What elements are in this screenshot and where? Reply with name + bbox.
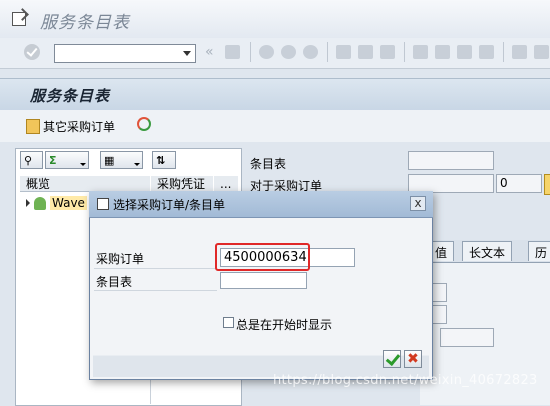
column-header-po[interactable]: 采购凭证 [151, 176, 213, 192]
refresh-button[interactable]: ⇅ [152, 151, 176, 169]
toolbar-nav-glyph: « [205, 44, 214, 60]
last-page-icon[interactable] [479, 45, 494, 59]
detail-field[interactable] [431, 305, 447, 324]
toolbar-separator [250, 42, 251, 62]
new-session-icon[interactable] [512, 45, 527, 59]
next-page-icon[interactable] [457, 45, 472, 59]
other-purchase-order-label: 其它采购订单 [43, 119, 116, 134]
sum-icon: Σ [49, 154, 57, 167]
exit-icon[interactable] [281, 45, 296, 59]
toolbar-separator [327, 42, 328, 62]
dropdown-caret-icon [80, 163, 86, 166]
highlight-box [215, 243, 310, 271]
enter-icon[interactable] [24, 44, 40, 60]
for-po-item-field[interactable]: 0 [496, 174, 542, 193]
cancel-icon[interactable] [303, 45, 318, 59]
always-show-checkbox[interactable] [223, 317, 234, 328]
dialog-footer [93, 343, 429, 377]
tab-history[interactable]: 历 [528, 241, 550, 261]
find-next-icon[interactable] [380, 45, 395, 59]
dialog-window-icon [97, 198, 109, 210]
document-icon [26, 118, 40, 134]
binoculars-button[interactable]: ⚲ [20, 151, 43, 169]
command-field[interactable] [54, 44, 196, 63]
tab-long-text[interactable]: 长文本 [462, 241, 513, 261]
sum-button[interactable]: Σ [45, 151, 89, 169]
expand-arrow-icon[interactable] [26, 199, 30, 207]
entry-sheet-dialog-label: 条目表 [96, 275, 133, 289]
row-divider [94, 268, 217, 269]
print-icon[interactable] [336, 45, 351, 59]
binoculars-icon: ⚲ [24, 154, 33, 167]
entry-sheet-label: 条目表 [250, 157, 287, 171]
po-label: 采购订单 [96, 252, 145, 266]
other-purchase-order-button[interactable]: 其它采购订单 [26, 118, 115, 134]
dropdown-caret-icon [134, 163, 140, 166]
first-page-icon[interactable] [413, 45, 428, 59]
detail-field[interactable] [440, 328, 494, 347]
toolbar-separator [503, 42, 504, 62]
confirm-button[interactable] [383, 350, 401, 368]
refresh-icon: ⇅ [156, 154, 166, 167]
find-icon[interactable] [358, 45, 373, 59]
window-titlebar: 服务条目表 [0, 0, 550, 38]
chevron-down-icon[interactable] [183, 51, 191, 56]
tree-row[interactable]: Wave [26, 195, 87, 211]
back-icon[interactable] [259, 45, 274, 59]
shortcut-icon[interactable] [534, 45, 549, 59]
column-header-overview[interactable]: 概览 [20, 176, 150, 192]
row-divider [94, 290, 217, 291]
page-title: 服务条目表 [30, 87, 111, 105]
column-header-more[interactable]: ... [214, 176, 238, 192]
layout-button[interactable]: ▦ [100, 151, 143, 169]
entry-sheet-input[interactable] [220, 272, 307, 289]
entry-sheet-field[interactable] [408, 151, 494, 170]
layout-icon: ▦ [104, 154, 115, 167]
po-link-icon[interactable] [544, 174, 550, 195]
save-icon[interactable] [225, 45, 240, 59]
always-show-label: 总是在开始时显示 [236, 318, 333, 332]
close-icon[interactable]: x [410, 196, 426, 211]
window-title: 服务条目表 [40, 13, 130, 33]
dialog-title: 选择采购订单/条目单 [113, 198, 226, 212]
toolbar-separator [404, 42, 405, 62]
watermark: https://blog.csdn.net/weixin_40672823 [273, 373, 538, 388]
settings-icon[interactable] [137, 117, 151, 131]
tree-row-label: Wave [50, 196, 87, 210]
cancel-button[interactable]: ✖ [404, 350, 422, 368]
detail-field[interactable] [431, 283, 447, 302]
exit-screen-icon[interactable] [12, 12, 26, 26]
previous-page-icon[interactable] [435, 45, 450, 59]
dialog-titlebar: 选择采购订单/条目单 [89, 191, 433, 218]
person-icon [34, 196, 46, 210]
screen-header: 服务条目表 [0, 78, 550, 111]
